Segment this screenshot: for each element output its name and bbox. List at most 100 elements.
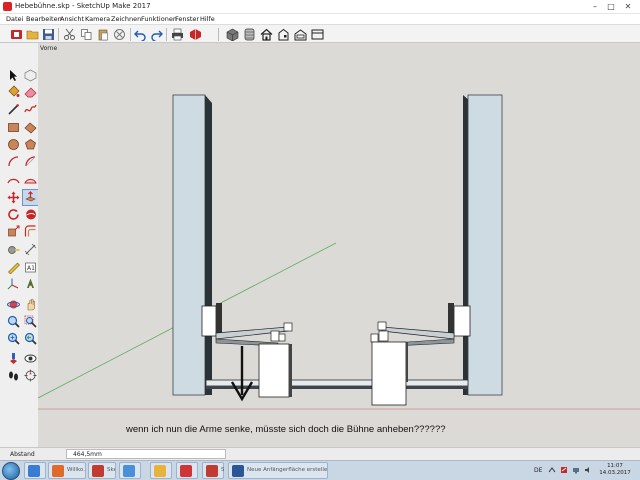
volume-icon[interactable]: [584, 466, 592, 474]
make-component-icon[interactable]: [24, 69, 37, 82]
menu-kamera[interactable]: Kamera: [85, 15, 110, 23]
right-pillar: [463, 94, 503, 396]
flag-icon[interactable]: [560, 466, 568, 474]
taskbar-sketchup-b[interactable]: Sketc...: [202, 462, 224, 479]
left-view-icon[interactable]: [311, 28, 324, 41]
taskbar-sketchup-a[interactable]: SketchUp...: [88, 462, 116, 479]
rotate-icon[interactable]: [7, 208, 20, 221]
undo-icon[interactable]: [134, 28, 147, 41]
circle-icon[interactable]: [7, 138, 20, 151]
offset-icon[interactable]: [24, 225, 37, 238]
toolbar-separator: [58, 28, 59, 41]
sketchup-icon: [92, 465, 104, 477]
minimize-button[interactable]: –: [587, 1, 603, 12]
taskbar-app[interactable]: [176, 462, 198, 479]
menu-fenster[interactable]: Fenster: [175, 15, 199, 23]
taskbar-firefox[interactable]: Willko...: [48, 462, 86, 479]
rectangle-icon[interactable]: [7, 121, 20, 134]
dimension-icon[interactable]: [24, 243, 37, 256]
paint-bucket-icon[interactable]: [7, 85, 20, 98]
line-icon[interactable]: [7, 103, 20, 116]
status-bar: Abstand 464,5mm: [0, 447, 640, 460]
freehand-icon[interactable]: [24, 103, 37, 116]
toolbar-separator: [130, 28, 131, 41]
walk-icon[interactable]: [7, 369, 20, 382]
start-button[interactable]: [2, 462, 20, 480]
print-icon[interactable]: [171, 28, 184, 41]
text-icon[interactable]: A1: [24, 261, 37, 274]
section-plane-icon[interactable]: [24, 369, 37, 382]
iso-view-icon[interactable]: [226, 28, 239, 41]
getting-started-icon[interactable]: [10, 28, 23, 41]
down-arrow-annotation: [230, 346, 254, 402]
right-view-icon[interactable]: [277, 28, 290, 41]
measurement-value: 464,5mm: [73, 451, 102, 458]
top-view-icon[interactable]: [243, 28, 256, 41]
push-pull-icon[interactable]: [24, 191, 37, 204]
floor-beam: [205, 379, 469, 389]
taskbar-sketchup-b-label: Sketc...: [221, 467, 224, 473]
eraser-icon[interactable]: [24, 85, 37, 98]
annotation-text: wenn ich nun die Arme senke, müsste sich…: [126, 424, 446, 435]
taskbar-explorer[interactable]: [119, 462, 141, 479]
redo-icon[interactable]: [150, 28, 163, 41]
polygon-icon[interactable]: [24, 138, 37, 151]
menu-bearbeiten[interactable]: Bearbeiten: [26, 15, 62, 23]
taskbar-sketchup-a-label: SketchUp...: [107, 467, 115, 473]
menu-hilfe[interactable]: Hilfe: [200, 15, 215, 23]
copy-icon[interactable]: [80, 28, 93, 41]
taskbar-ie[interactable]: [24, 462, 46, 479]
network-icon[interactable]: [572, 466, 580, 474]
taskbar-firefox-label: Willko...: [67, 467, 85, 473]
ie-icon: [28, 465, 40, 477]
title-bar: Hebebühne.skp - SketchUp Make 2017 – □ ✕: [0, 0, 640, 14]
zoom-icon[interactable]: [7, 315, 20, 328]
pie-icon[interactable]: [24, 155, 37, 168]
protractor-icon[interactable]: [7, 261, 20, 274]
menu-funktionen[interactable]: Funktionen: [141, 15, 177, 23]
orbit-icon[interactable]: [7, 298, 20, 311]
window-title: Hebebühne.skp - SketchUp Make 2017: [15, 2, 151, 10]
arc-icon[interactable]: [7, 155, 20, 168]
position-camera-icon[interactable]: [7, 352, 20, 365]
look-around-icon[interactable]: [24, 352, 37, 365]
taskbar-word[interactable]: Neue Anfängerfläche erstellen.docx: [228, 462, 328, 479]
close-button[interactable]: ✕: [620, 1, 636, 12]
zoom-window-icon[interactable]: [24, 315, 37, 328]
previous-view-icon[interactable]: [24, 332, 37, 345]
lift-model-canvas: [38, 94, 640, 410]
system-clock[interactable]: 11:07 14.03.2017: [598, 463, 632, 477]
paste-icon[interactable]: [97, 28, 110, 41]
pan-icon[interactable]: [24, 298, 37, 311]
select-icon[interactable]: [7, 69, 20, 82]
back-view-icon[interactable]: [294, 28, 307, 41]
scale-icon[interactable]: [7, 225, 20, 238]
firefox-icon: [52, 465, 64, 477]
follow-me-icon[interactable]: [24, 208, 37, 221]
cut-icon[interactable]: [63, 28, 76, 41]
erase-icon[interactable]: [113, 28, 126, 41]
axes-icon[interactable]: [7, 277, 20, 290]
3d-text-icon[interactable]: [24, 277, 37, 290]
tray-expand-icon[interactable]: [548, 466, 556, 474]
open-icon[interactable]: [26, 28, 39, 41]
move-icon[interactable]: [7, 191, 20, 204]
menu-ansicht[interactable]: Ansicht: [60, 15, 84, 23]
menu-zeichnen[interactable]: Zeichnen: [111, 15, 141, 23]
rotated-rectangle-icon[interactable]: [24, 121, 37, 134]
arc-2pt-icon[interactable]: [24, 173, 37, 186]
measurement-input[interactable]: 464,5mm: [66, 449, 226, 459]
zoom-extents-icon[interactable]: [7, 332, 20, 345]
taskbar-folder[interactable]: [150, 462, 172, 479]
toolbar-separator: [218, 28, 219, 41]
tape-measure-icon[interactable]: [7, 243, 20, 256]
save-icon[interactable]: [42, 28, 55, 41]
front-view-icon[interactable]: [260, 28, 273, 41]
model-info-icon[interactable]: [189, 28, 202, 41]
maximize-button[interactable]: □: [603, 1, 619, 12]
arc-3pt-icon[interactable]: [7, 173, 20, 186]
modeling-viewport[interactable]: Vorne wenn ich nun die Arme senke, müsst…: [38, 43, 640, 447]
language-indicator[interactable]: DE: [534, 467, 542, 474]
menu-datei[interactable]: Datei: [6, 15, 23, 23]
clock-date: 14.03.2017: [599, 470, 631, 476]
